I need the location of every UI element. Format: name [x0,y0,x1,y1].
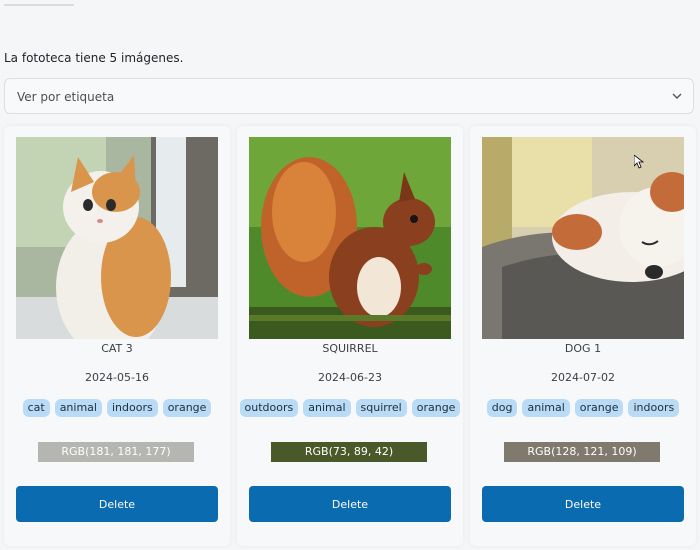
image-count-text: La fototeca tiene 5 imágenes. [4,51,184,65]
image-name: SQUIRREL [322,342,378,355]
image-date: 2024-05-16 [85,371,149,384]
tag-filter-label: Ver por etiqueta [17,90,115,104]
image-name: DOG 1 [564,342,602,355]
mouse-cursor-icon [634,155,644,169]
dominant-color-swatch: RGB(181, 181, 177) [38,442,194,462]
tag-badge[interactable]: outdoors [239,399,299,417]
delete-button[interactable]: Delete [16,486,218,522]
dog-photo[interactable] [482,137,684,339]
top-bar-remnant [0,0,700,14]
squirrel-photo[interactable] [249,137,451,339]
delete-button[interactable]: Delete [482,486,684,522]
tag-badge[interactable]: cat [22,399,50,417]
dominant-color-swatch: RGB(73, 89, 42) [271,442,427,462]
chevron-down-icon [672,93,682,99]
image-date: 2024-06-23 [318,371,382,384]
tag-filter-select[interactable]: Ver por etiqueta [4,78,694,114]
tag-list: cat animal indoors orange [4,399,230,417]
tag-badge[interactable]: orange [411,399,461,417]
cat-photo[interactable] [16,137,218,339]
tag-badge[interactable]: dog [486,399,518,417]
tag-badge[interactable]: indoors [106,399,158,417]
image-date: 2024-07-02 [551,371,615,384]
delete-button[interactable]: Delete [249,486,451,522]
tag-badge[interactable]: orange [574,399,624,417]
tag-list: dog animal orange indoors [470,399,696,417]
image-name: CAT 3 [101,342,133,355]
cropped-heading [4,0,74,6]
image-card-cat-3: CAT 3 2024-05-16 cat animal indoors oran… [4,126,230,546]
tag-list: outdoors animal squirrel orange [237,399,463,417]
image-card-squirrel: SQUIRREL 2024-06-23 outdoors animal squi… [237,126,463,546]
dominant-color-swatch: RGB(128, 121, 109) [504,442,660,462]
tag-badge[interactable]: animal [303,399,351,417]
tag-badge[interactable]: squirrel [355,399,407,417]
tag-badge[interactable]: orange [162,399,212,417]
tag-badge[interactable]: indoors [628,399,680,417]
tag-badge[interactable]: animal [54,399,102,417]
image-card-dog-1: DOG 1 2024-07-02 dog animal orange indoo… [470,126,696,546]
tag-badge[interactable]: animal [522,399,570,417]
